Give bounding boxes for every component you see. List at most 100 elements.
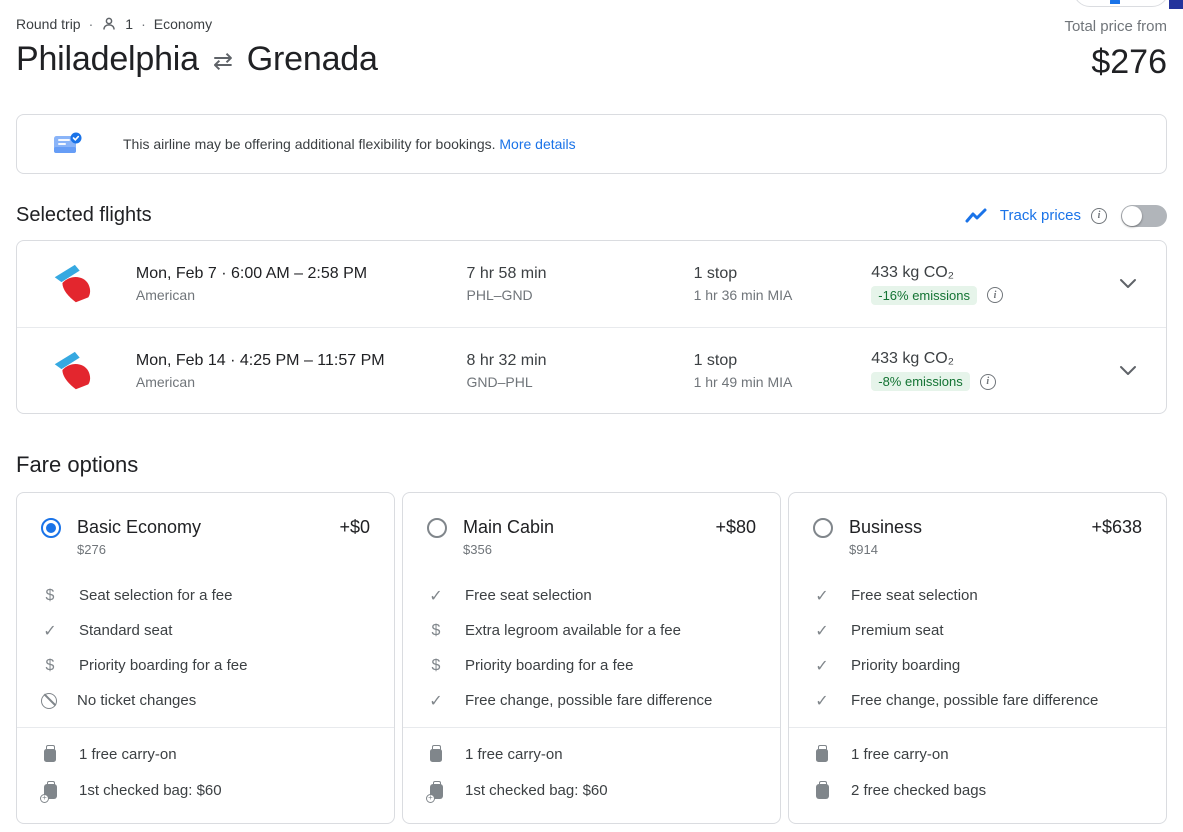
browser-corner-fragment: [1169, 0, 1183, 9]
fare-cards: Basic Economy $276 +$0 Seat selection fo…: [16, 492, 1167, 824]
dollar-icon: [41, 656, 59, 676]
check-icon: [427, 691, 445, 711]
check-icon: [813, 621, 831, 641]
fare-feature: Standard seat: [41, 620, 370, 641]
fare-feature-text: Priority boarding for a fee: [465, 657, 634, 674]
share-icon: [1110, 0, 1120, 4]
fare-feature-text: Free change, possible fare difference: [465, 692, 713, 709]
check-icon: [41, 621, 59, 641]
baggage-text: 1 free carry-on: [465, 746, 563, 763]
selected-flights-title: Selected flights: [16, 204, 152, 226]
fare-radio-main-cabin[interactable]: [427, 518, 447, 538]
fare-card-business[interactable]: Business $914 +$638 Free seat selection …: [788, 492, 1167, 824]
share-button-partial[interactable]: [1073, 0, 1169, 7]
breadcrumb-separator: ·: [88, 16, 94, 32]
flight-co2: 433 kg CO₂: [871, 350, 954, 367]
flight-airline: American: [135, 373, 195, 390]
flight-booking-page: Round trip · 1 · Economy Philadelphia ⇄ …: [0, 0, 1183, 832]
price-graph-icon: [964, 207, 990, 225]
baggage-text: 1st checked bag: $60: [465, 782, 608, 799]
fare-feature-text: Extra legroom available for a fee: [465, 622, 681, 639]
fare-baggage: 1 free carry-on + 1st checked bag: $60: [403, 727, 780, 803]
passenger-count: 1: [125, 16, 134, 32]
baggage-text: 1 free carry-on: [851, 746, 949, 763]
track-prices-control: Track prices i: [964, 204, 1167, 227]
check-icon: [427, 586, 445, 606]
fare-feature: Free seat selection: [813, 585, 1142, 606]
fare-feature-text: Free seat selection: [465, 587, 592, 604]
baggage-item: 1 free carry-on: [427, 744, 756, 765]
fare-name: Main Cabin: [463, 517, 555, 537]
fare-name: Basic Economy: [77, 517, 202, 537]
fare-baggage: 1 free carry-on 2 free checked bags: [789, 727, 1166, 801]
track-prices-toggle[interactable]: [1121, 204, 1167, 227]
flight-airline: American: [135, 287, 195, 303]
checked-bag-icon: [813, 780, 831, 801]
emissions-badge: -8% emissions: [871, 372, 970, 391]
fare-radio-basic-economy[interactable]: [41, 518, 61, 538]
banner-message: This airline may be offering additional …: [123, 136, 576, 152]
baggage-item: + 1st checked bag: $60: [426, 780, 756, 803]
checked-bag-fee-icon: +: [40, 780, 59, 803]
fare-card-main-cabin[interactable]: Main Cabin $356 +$80 Free seat selection…: [402, 492, 781, 824]
total-price-label: Total price from: [1064, 18, 1167, 35]
fare-baggage: 1 free carry-on + 1st checked bag: $60: [17, 727, 394, 803]
flight-stops: 1 stop: [693, 265, 738, 282]
fare-features: Free seat selection Premium seat Priorit…: [813, 585, 1142, 711]
check-icon: [813, 586, 831, 606]
flight-row-outbound[interactable]: Mon, Feb 7 · 6:00 AM – 2:58 PM American …: [17, 241, 1166, 327]
destination-city: Grenada: [246, 40, 378, 78]
origin-city: Philadelphia: [16, 40, 199, 78]
flight-co2: 433 kg CO₂: [871, 263, 954, 281]
flight-route: PHL–GND: [466, 287, 533, 303]
fare-name: Business: [849, 517, 923, 537]
baggage-item: 1 free carry-on: [813, 744, 1142, 765]
fare-delta: +$0: [339, 517, 370, 537]
carry-on-bag-icon: [427, 744, 445, 765]
selected-flights-header: Selected flights Track prices i: [16, 204, 1167, 227]
flight-stops: 1 stop: [693, 351, 738, 369]
fare-feature: Free seat selection: [427, 585, 756, 606]
baggage-text: 1st checked bag: $60: [79, 782, 222, 799]
trip-type-label: Round trip: [16, 16, 81, 32]
fare-options-title: Fare options: [16, 452, 139, 477]
fare-feature: Seat selection for a fee: [41, 585, 370, 606]
flexibility-banner: This airline may be offering additional …: [16, 114, 1167, 174]
no-changes-icon: [41, 692, 57, 709]
passenger-icon: [101, 16, 117, 32]
fare-feature-text: Premium seat: [851, 622, 944, 639]
total-price-value: $276: [1091, 43, 1167, 81]
dollar-icon: [427, 656, 445, 676]
check-icon: [813, 691, 831, 711]
flight-row-return[interactable]: Mon, Feb 14 · 4:25 PM – 11:57 PM America…: [17, 327, 1166, 413]
fare-feature: No ticket changes: [41, 690, 370, 711]
expand-flight-chevron-icon[interactable]: [1118, 278, 1138, 290]
fare-price: $276: [77, 542, 106, 557]
emissions-info-icon[interactable]: i: [987, 287, 1003, 303]
flight-duration: 8 hr 32 min: [466, 351, 547, 369]
page-title: Philadelphia ⇄ Grenada: [16, 40, 378, 79]
fare-radio-business[interactable]: [813, 518, 833, 538]
emissions-info-icon[interactable]: i: [979, 373, 996, 390]
flight-duration: 7 hr 58 min: [466, 265, 547, 282]
booking-flexibility-icon: [51, 130, 83, 158]
fare-feature: Extra legroom available for a fee: [427, 620, 756, 641]
fare-feature: Priority boarding for a fee: [427, 655, 756, 676]
fare-card-basic-economy[interactable]: Basic Economy $276 +$0 Seat selection fo…: [16, 492, 395, 824]
checked-bag-fee-icon: +: [426, 780, 445, 803]
track-prices-label: Track prices: [999, 207, 1081, 224]
track-prices-info-icon[interactable]: i: [1091, 207, 1107, 224]
dollar-icon: [427, 621, 445, 641]
fare-feature: Premium seat: [813, 620, 1142, 641]
fare-features: Seat selection for a fee Standard seat P…: [41, 585, 370, 711]
fare-feature: Free change, possible fare difference: [427, 690, 756, 711]
flight-layover: 1 hr 36 min MIA: [693, 287, 793, 303]
expand-flight-chevron-icon[interactable]: [1118, 365, 1138, 377]
airline-logo-american: [49, 262, 136, 306]
breadcrumb-separator: ·: [141, 16, 146, 32]
breadcrumb: Round trip · 1 · Economy: [16, 16, 378, 32]
fare-delta: +$80: [715, 517, 756, 537]
baggage-text: 1 free carry-on: [79, 746, 177, 763]
swap-cities-icon: ⇄: [212, 48, 233, 75]
more-details-link[interactable]: More details: [499, 136, 575, 152]
